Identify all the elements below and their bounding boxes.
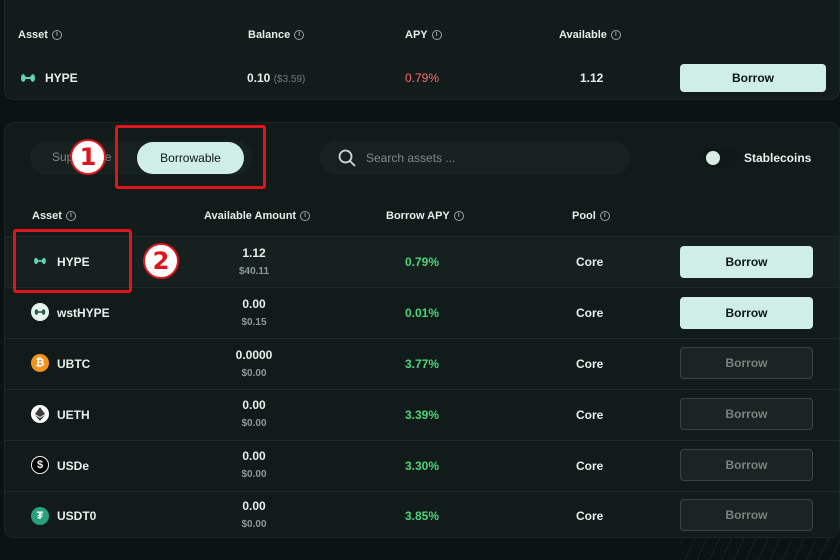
top-apy: 0.79% <box>405 71 440 85</box>
top-borrow-button[interactable]: Borrow <box>680 64 826 92</box>
borrow-button[interactable]: Borrow <box>680 297 813 329</box>
hype-icon <box>21 74 35 82</box>
pool-name: Core <box>576 357 604 371</box>
usde-icon: $ <box>31 456 49 474</box>
available-amount: 0.00 <box>242 297 266 311</box>
available-amount: 0.00 <box>242 449 266 463</box>
available-amount-usd: $0.00 <box>241 519 267 530</box>
wsthype-icon <box>31 303 49 321</box>
asset-name: USDe <box>57 459 90 473</box>
asset-name: USDT0 <box>57 509 97 523</box>
stablecoins-label: Stablecoins <box>744 151 812 165</box>
header-asset: Asset i <box>18 29 62 41</box>
available-amount-usd: $40.11 <box>238 266 270 277</box>
info-icon[interactable]: i <box>65 211 76 221</box>
info-icon[interactable]: i <box>294 30 305 40</box>
borrow-button[interactable]: Borrow <box>680 398 813 430</box>
borrow-apy: 3.85% <box>405 509 440 523</box>
borrow-apy: 3.77% <box>405 357 440 371</box>
available-amount: 0.0000 <box>235 348 273 362</box>
borrow-button[interactable]: Borrow <box>680 246 813 278</box>
available-amount-usd: $0.00 <box>241 469 267 480</box>
header-balance: Balance i <box>248 29 305 41</box>
borrow-button[interactable]: Borrow <box>680 347 813 379</box>
top-balance-usd: ($3.59) <box>273 74 306 85</box>
ethereum-icon <box>31 405 49 423</box>
search-box[interactable] <box>320 141 630 175</box>
asset-name: wstHYPE <box>57 306 110 320</box>
info-icon[interactable]: i <box>51 30 62 40</box>
usdt0-icon: ₮ <box>31 507 49 525</box>
available-amount: 0.00 <box>242 398 266 412</box>
asset-name: UBTC <box>57 357 91 371</box>
available-amount-usd: $0.00 <box>241 368 267 379</box>
annotation-marker-1: 1 <box>70 139 106 175</box>
top-available: 1.12 <box>580 71 604 85</box>
header-asset: Asset i <box>32 210 76 222</box>
stablecoins-toggle[interactable] <box>702 148 738 168</box>
borrow-apy: 0.79% <box>405 255 440 269</box>
pool-name: Core <box>576 509 604 523</box>
available-amount: 0.00 <box>242 499 266 513</box>
annotation-marker-2: 2 <box>143 243 179 279</box>
available-amount: 1.12 <box>242 246 266 260</box>
header-borrow-apy: Borrow APY i <box>386 210 464 222</box>
top-balance: 0.10 ($3.59) <box>247 71 306 85</box>
annotation-box-1 <box>115 125 266 189</box>
borrow-button[interactable]: Borrow <box>680 449 813 481</box>
pool-name: Core <box>576 255 604 269</box>
available-amount-usd: $0.15 <box>241 317 267 328</box>
borrow-apy: 3.30% <box>405 459 440 473</box>
pool-name: Core <box>576 408 604 422</box>
search-icon <box>338 149 356 167</box>
info-icon[interactable]: i <box>610 30 621 40</box>
pool-name: Core <box>576 306 604 320</box>
available-amount-usd: $0.00 <box>241 418 267 429</box>
asset-name: UETH <box>57 408 90 422</box>
info-icon[interactable]: i <box>431 30 442 40</box>
annotation-box-2 <box>13 229 132 293</box>
header-pool: Pool i <box>572 210 610 222</box>
borrow-apy: 3.39% <box>405 408 440 422</box>
header-available: Available i <box>559 29 621 41</box>
info-icon[interactable]: i <box>300 211 311 221</box>
bitcoin-icon: ₿ <box>31 354 49 372</box>
toggle-knob <box>706 151 720 165</box>
search-input[interactable] <box>366 151 606 165</box>
borrow-button[interactable]: Borrow <box>680 499 813 531</box>
info-icon[interactable]: i <box>453 211 464 221</box>
info-icon[interactable]: i <box>599 211 610 221</box>
header-available-amount: Available Amount i <box>204 210 311 222</box>
pool-name: Core <box>576 459 604 473</box>
header-apy: APY i <box>405 29 442 41</box>
borrow-apy: 0.01% <box>405 306 440 320</box>
top-asset-name: HYPE <box>45 71 78 85</box>
